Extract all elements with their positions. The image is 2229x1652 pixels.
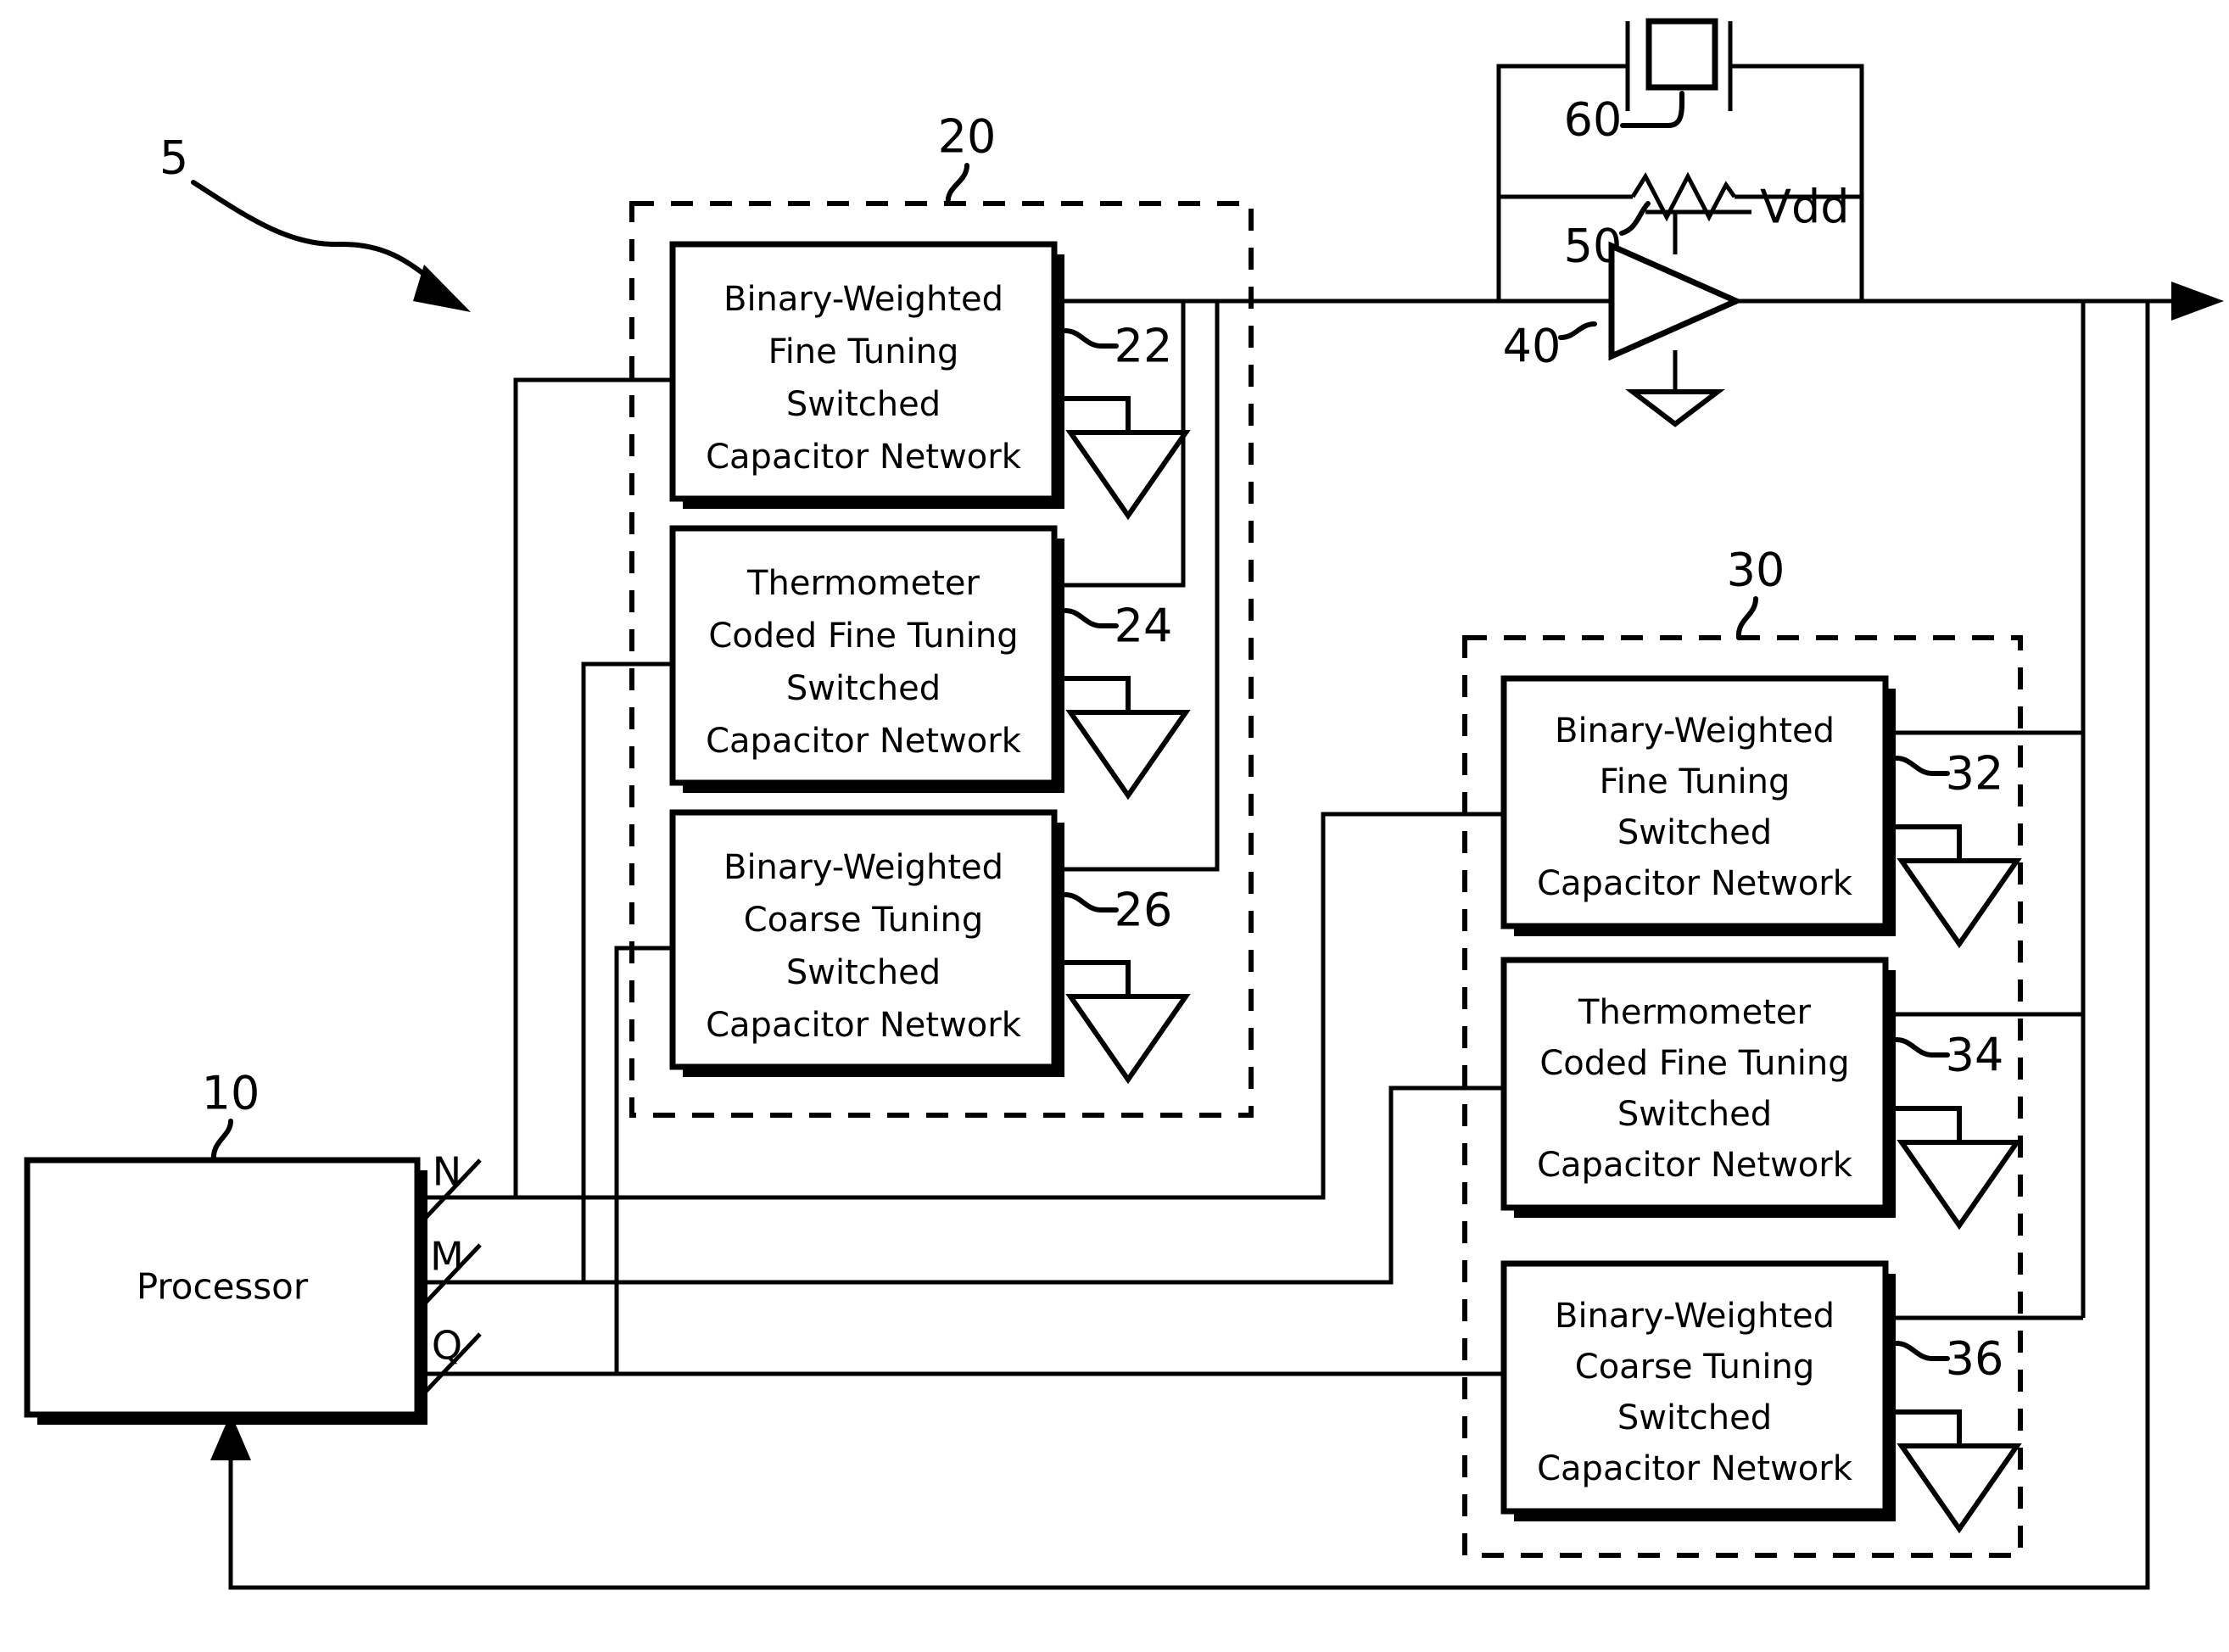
block-26-line-0: Binary-Weighted (723, 848, 1003, 887)
block-36-line-1: Coarse Tuning (1575, 1348, 1814, 1387)
ground-36-icon (1897, 1443, 2022, 1534)
block-36-line-3: Capacitor Network (1537, 1449, 1853, 1488)
block-36-ref: 36 (1946, 1332, 2004, 1386)
ground-34-lead (1885, 1106, 1962, 1142)
block-26-ref: 26 (1114, 884, 1173, 937)
group-30-ref: 30 (1727, 544, 1785, 597)
block-22-line-1: Fine Tuning (768, 332, 959, 371)
processor-ref-leader (210, 1119, 233, 1163)
ground-26-lead (1054, 960, 1131, 996)
resistor-ref-leader (1619, 201, 1651, 236)
block-34-line-0: Thermometer (1578, 993, 1811, 1032)
bus-label-N: N (433, 1149, 461, 1195)
processor-block[interactable]: Processor 10 (24, 1067, 427, 1425)
amplifier-ref-40: 40 (1503, 320, 1561, 373)
block-36-ref-leader (1894, 1341, 1950, 1361)
block-34-ref-leader (1894, 1037, 1950, 1058)
crystal-ref-leader (1620, 91, 1685, 128)
processor-ref-10: 10 (202, 1067, 260, 1120)
block-22-line-0: Binary-Weighted (723, 280, 1003, 319)
bus-label-Q: Q (432, 1323, 462, 1369)
block-24-ref-leader (1063, 608, 1119, 628)
block-34-line-3: Capacitor Network (1537, 1146, 1853, 1185)
block-22-line-3: Capacitor Network (706, 438, 1022, 477)
block-26-line-1: Coarse Tuning (744, 901, 983, 940)
crystal-ref-60: 60 (1564, 93, 1623, 147)
block-26-line-3: Capacitor Network (706, 1006, 1022, 1045)
block-26-line-2: Switched (786, 953, 941, 992)
amplifier-triangle (1608, 241, 1744, 361)
block-32-line-3: Capacitor Network (1537, 864, 1853, 903)
crystal-body (1645, 18, 1718, 91)
ground-22-icon (1065, 430, 1191, 521)
oscillator-network: 60 50 (1496, 18, 1864, 301)
block-24-line-2: Switched (786, 669, 941, 708)
bus-label-M: M (430, 1234, 464, 1280)
vdd-label: Vdd (1760, 181, 1850, 234)
group-30-leader (1735, 596, 1758, 640)
bus-labels: N M Q (421, 1149, 482, 1397)
block-32-line-2: Switched (1617, 813, 1772, 852)
block-22-line-2: Switched (786, 385, 941, 424)
block-32-line-0: Binary-Weighted (1555, 712, 1835, 751)
group-20-leader (945, 163, 969, 206)
processor-label: Processor (137, 1266, 309, 1308)
block-32-ref-leader (1894, 756, 1950, 776)
ground-32-lead (1885, 824, 1962, 861)
block-36-line-0: Binary-Weighted (1555, 1297, 1835, 1336)
ground-34-icon (1897, 1140, 2022, 1231)
ground-24-lead (1054, 676, 1131, 712)
block-24-line-1: Coded Fine Tuning (708, 617, 1018, 656)
block-34-line-2: Switched (1617, 1095, 1772, 1134)
ground-32-icon (1897, 858, 2022, 949)
block-24-line-3: Capacitor Network (706, 722, 1022, 761)
control-wire-M-to-block-34 (417, 1086, 1504, 1285)
block-32-line-1: Fine Tuning (1600, 762, 1790, 801)
ground-26-icon (1065, 994, 1191, 1085)
patent-figure-canvas: 5 20 Binary-Weighted Fine Tuning Switche… (0, 0, 2229, 1652)
block-24-line-0: Thermometer (746, 564, 980, 603)
block-34-ref: 34 (1946, 1029, 2004, 1082)
block-22-ref: 22 (1114, 320, 1173, 373)
block-26-ref-leader (1063, 892, 1119, 913)
figure-ref-5-leader (191, 180, 444, 291)
ground-22-lead (1054, 396, 1131, 433)
block-34-line-1: Coded Fine Tuning (1539, 1044, 1849, 1083)
ground-36-lead (1885, 1409, 1962, 1446)
output-arrowhead (2171, 282, 2224, 321)
amp-ground-icon (1625, 389, 1725, 427)
figure-ref-5: 5 (159, 131, 188, 185)
group-20-ref: 20 (938, 110, 997, 164)
block-32-ref: 32 (1946, 747, 2004, 801)
ground-24-icon (1065, 710, 1191, 801)
block-24-ref: 24 (1114, 600, 1173, 653)
figure-ref-5-group: 5 (159, 131, 471, 312)
amplifier-ref-leader (1558, 321, 1597, 340)
block-36-line-2: Switched (1617, 1398, 1772, 1437)
ground-symbols-left (1054, 396, 1191, 1085)
ground-symbols-right (1885, 824, 2022, 1534)
block-22-ref-leader (1063, 328, 1119, 349)
